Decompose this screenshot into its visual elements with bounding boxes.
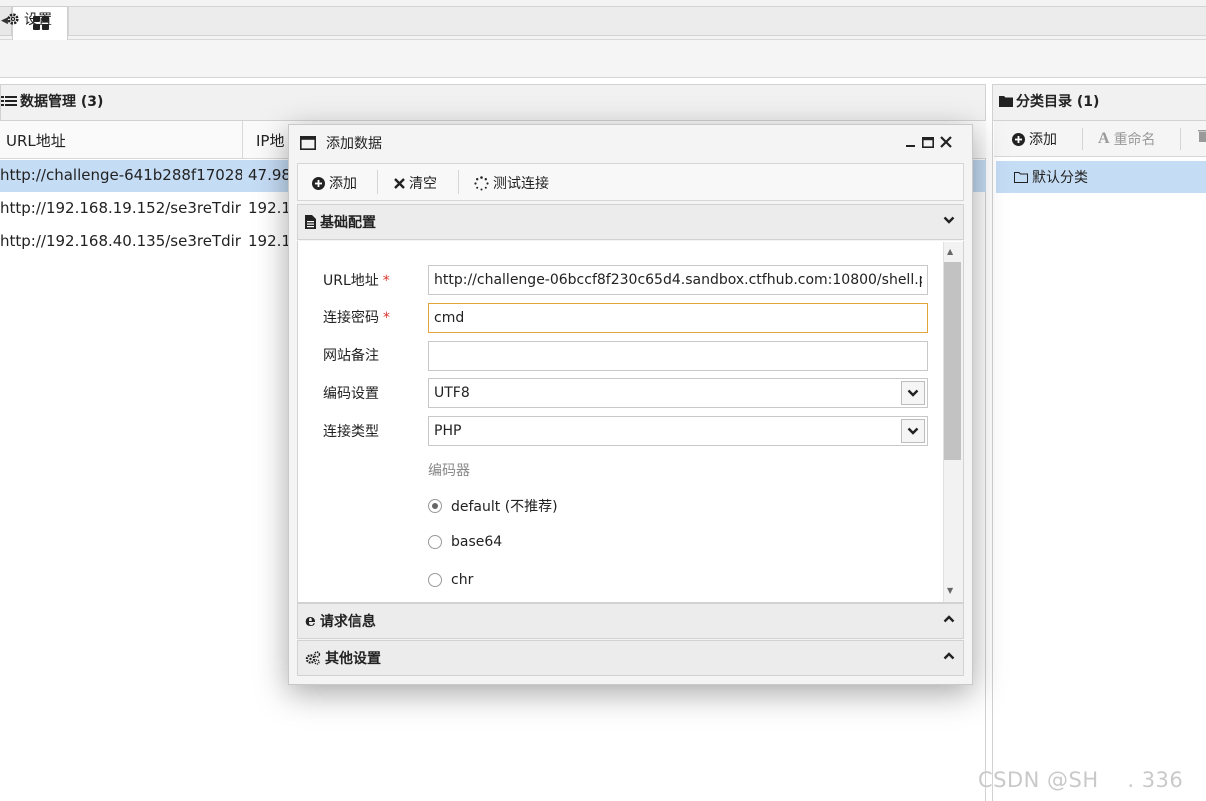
url-input[interactable] bbox=[428, 265, 928, 295]
settings-button[interactable]: 设置 bbox=[6, 9, 52, 29]
section-request-info-header[interactable]: e 请求信息 bbox=[297, 603, 964, 639]
encoder-option-label: base64 bbox=[451, 534, 503, 550]
chevron-up-icon bbox=[943, 652, 955, 660]
spinner-icon bbox=[474, 175, 489, 190]
url-field-label: URL地址 * bbox=[323, 270, 390, 290]
chevron-up-icon bbox=[943, 615, 955, 623]
category-item-label: 默认分类 bbox=[1032, 170, 1088, 186]
close-icon[interactable] bbox=[940, 136, 952, 148]
password-field-label: 连接密码 * bbox=[323, 307, 390, 327]
encoding-value: UTF8 bbox=[434, 385, 470, 401]
encoder-radio-base64[interactable]: base64 bbox=[428, 534, 502, 550]
row-url: http://192.168.19.152/se3reTdir7: bbox=[0, 199, 242, 217]
category-header: 分类目录 (1) bbox=[992, 84, 1206, 121]
dialog-clear-button[interactable]: 清空 bbox=[394, 173, 437, 193]
window-icon bbox=[300, 136, 316, 150]
toolbar-separator bbox=[458, 170, 459, 194]
row-ip: 192.1 bbox=[248, 199, 291, 217]
row-ip: 192.1 bbox=[248, 232, 291, 250]
column-header-url[interactable]: URL地址 bbox=[6, 130, 66, 151]
x-icon bbox=[394, 177, 405, 189]
radio-button[interactable] bbox=[428, 499, 442, 513]
note-field-label: 网站备注 bbox=[323, 348, 379, 364]
toolbar-separator bbox=[377, 170, 378, 194]
encoder-option-label: chr bbox=[451, 572, 474, 588]
category-rename-button[interactable]: A 重命名 bbox=[1098, 129, 1156, 149]
type-dropdown-button[interactable] bbox=[901, 419, 925, 443]
category-title: 分类目录 (1) bbox=[1016, 94, 1100, 110]
encoding-select[interactable]: UTF8 bbox=[428, 378, 928, 408]
section-other-settings-header[interactable]: 其他设置 bbox=[297, 640, 964, 676]
section-request-title: 请求信息 bbox=[319, 614, 376, 630]
ie-icon: e bbox=[305, 611, 316, 631]
category-add-button[interactable]: 添加 bbox=[1012, 129, 1057, 149]
gear-icon bbox=[7, 13, 19, 25]
document-icon bbox=[305, 215, 316, 229]
dialog-clear-label: 清空 bbox=[409, 176, 437, 192]
main-toolbar bbox=[0, 40, 1206, 78]
dialog-test-label: 测试连接 bbox=[493, 176, 549, 192]
scroll-up-arrow-icon[interactable]: ▲ bbox=[947, 247, 953, 256]
encoder-radio-chr[interactable]: chr bbox=[428, 572, 473, 588]
category-item-default[interactable]: 默认分类 bbox=[996, 161, 1206, 193]
plus-circle-icon bbox=[1012, 132, 1025, 146]
dialog-add-label: 添加 bbox=[329, 176, 357, 192]
row-url: http://192.168.40.135/se3reTdir7: bbox=[0, 232, 242, 250]
note-input[interactable] bbox=[428, 341, 928, 371]
folder-icon bbox=[999, 96, 1013, 107]
toolbar-separator bbox=[1180, 128, 1181, 150]
row-ip: 47.98 bbox=[248, 166, 291, 184]
chevron-down-icon bbox=[907, 427, 919, 435]
encoder-label: 编码器 bbox=[428, 463, 470, 479]
maximize-icon[interactable] bbox=[922, 136, 934, 148]
dialog-titlebar[interactable]: 添加数据 bbox=[300, 133, 382, 153]
column-divider[interactable] bbox=[242, 121, 243, 159]
section-basic-config-header[interactable]: 基础配置 bbox=[297, 204, 964, 240]
list-icon bbox=[1, 96, 17, 106]
dialog-window-controls bbox=[906, 136, 952, 148]
chevron-down-icon bbox=[943, 216, 955, 224]
trash-icon bbox=[1198, 130, 1206, 142]
form-scrollbar-thumb[interactable] bbox=[944, 262, 961, 460]
gears-icon bbox=[305, 651, 321, 665]
encoder-radio-default[interactable]: default (不推荐) bbox=[428, 496, 558, 516]
settings-label: 设置 bbox=[24, 12, 52, 28]
radio-button[interactable] bbox=[428, 573, 442, 587]
password-input[interactable] bbox=[428, 303, 928, 333]
type-select[interactable]: PHP bbox=[428, 416, 928, 446]
section-basic-title: 基础配置 bbox=[320, 215, 376, 231]
password-label-text: 连接密码 bbox=[323, 310, 379, 326]
category-rename-label: 重命名 bbox=[1113, 132, 1156, 148]
watermark-text: CSDN @SH . 336 bbox=[978, 768, 1184, 792]
category-add-label: 添加 bbox=[1029, 132, 1057, 148]
dialog-test-connection-button[interactable]: 测试连接 bbox=[474, 173, 549, 193]
data-manage-title: 数据管理 (3) bbox=[20, 94, 104, 110]
minimize-icon[interactable] bbox=[906, 137, 916, 147]
plus-circle-icon bbox=[312, 176, 325, 190]
encoder-option-label: default (不推荐) bbox=[451, 499, 558, 515]
column-header-ip[interactable]: IP地 bbox=[256, 130, 284, 151]
category-delete-button[interactable] bbox=[1198, 129, 1206, 146]
folder-open-icon bbox=[1014, 172, 1028, 183]
radio-button[interactable] bbox=[428, 535, 442, 549]
dialog-title: 添加数据 bbox=[326, 136, 382, 152]
required-mark: * bbox=[383, 310, 390, 326]
category-body bbox=[992, 121, 1206, 801]
scroll-down-arrow-icon[interactable]: ▼ bbox=[947, 586, 953, 595]
required-mark: * bbox=[382, 273, 390, 289]
data-manage-header: 数据管理 (3) bbox=[0, 84, 986, 121]
encoding-field-label: 编码设置 bbox=[323, 386, 379, 402]
chevron-down-icon bbox=[907, 389, 919, 397]
url-label-text: URL地址 bbox=[323, 273, 379, 289]
row-url: http://challenge-641b288f17028a( bbox=[0, 166, 242, 184]
type-field-label: 连接类型 bbox=[323, 424, 379, 440]
toolbar-separator bbox=[1082, 128, 1083, 150]
font-icon: A bbox=[1098, 130, 1110, 147]
tab-strip-empty bbox=[68, 6, 1206, 36]
encoding-dropdown-button[interactable] bbox=[901, 381, 925, 405]
type-value: PHP bbox=[434, 423, 462, 439]
section-other-title: 其他设置 bbox=[325, 651, 381, 667]
dialog-add-button[interactable]: 添加 bbox=[312, 173, 357, 193]
